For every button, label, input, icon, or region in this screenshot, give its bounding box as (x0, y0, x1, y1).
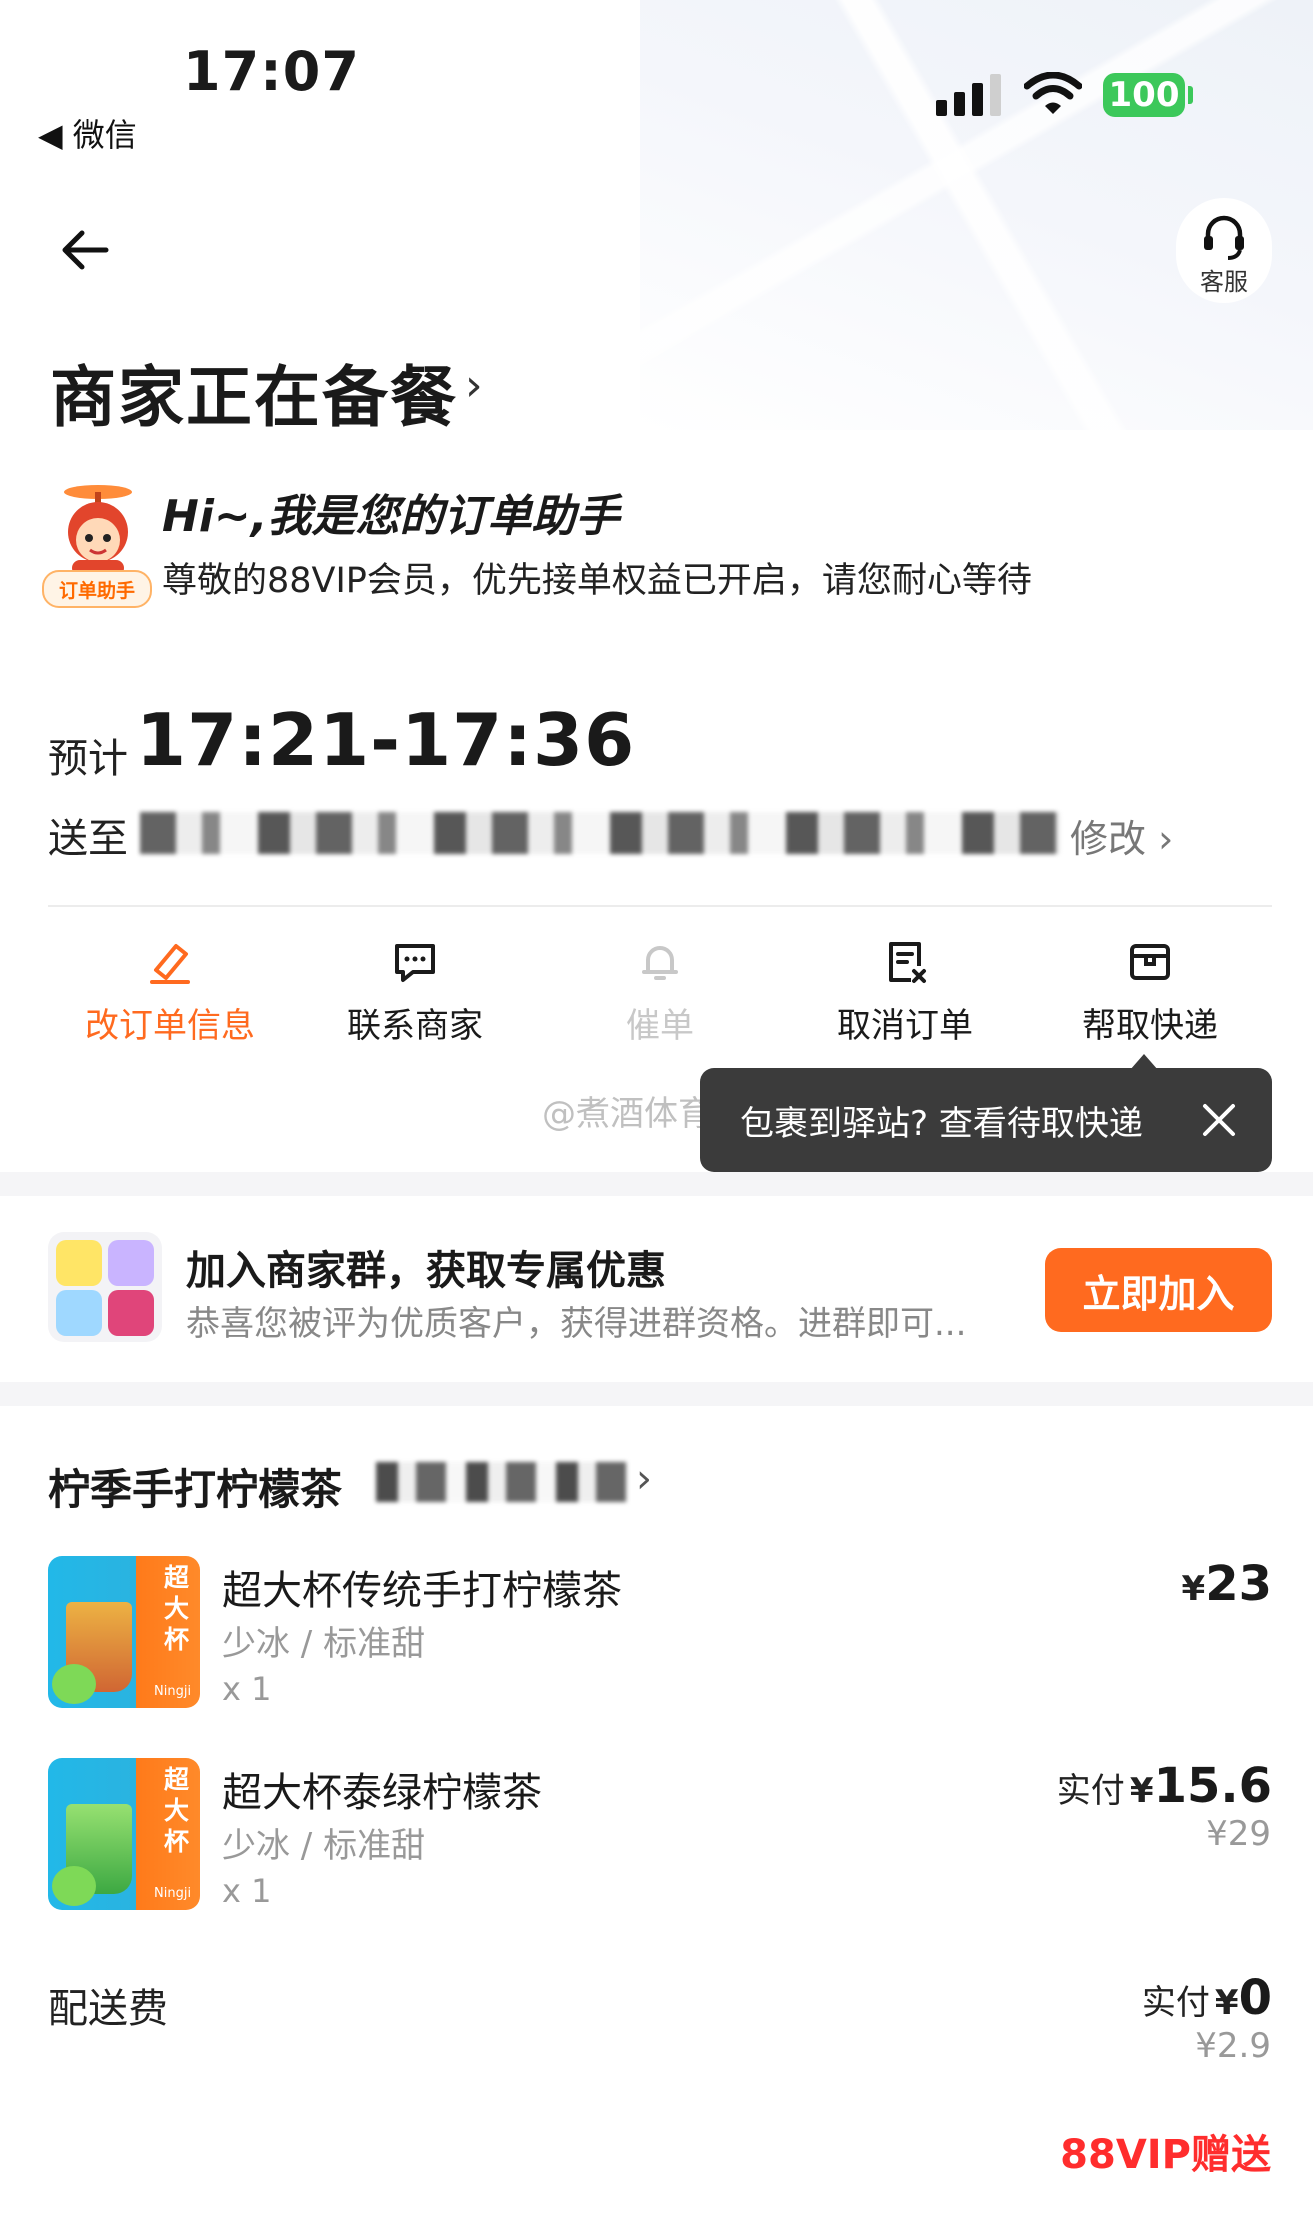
action-label: 取消订单 (837, 1006, 973, 1046)
item-price: ¥23 (1182, 1556, 1272, 1612)
action-contact-merchant[interactable]: 联系商家 (305, 930, 525, 1060)
lime-shape (52, 1664, 96, 1704)
back-to-wechat-link[interactable]: ◀ 微信 (38, 110, 137, 156)
assistant-greeting: Hi~,我是您的订单助手 (162, 491, 620, 542)
badge-char: 杯 (164, 1625, 190, 1654)
currency: ¥ (1214, 1983, 1239, 2023)
badge-char: 大 (164, 1594, 190, 1623)
signal-icon (936, 74, 1001, 116)
cancel-order-icon (889, 942, 926, 983)
item-qty: x 1 (222, 1670, 272, 1708)
bell-icon (642, 946, 678, 980)
divider (48, 905, 1272, 907)
item-price: 实付 ¥15.6 (1057, 1758, 1272, 1814)
headset-icon (1204, 215, 1244, 260)
assistant-tag: 订单助手 (42, 570, 152, 608)
product-image[interactable]: 超 大 杯 Ningji (48, 1758, 200, 1910)
join-group-button[interactable]: 立即加入 (1045, 1248, 1272, 1332)
price-value: 23 (1205, 1556, 1272, 1612)
price-value: 0 (1238, 1970, 1272, 2026)
shop-name-redacted (376, 1462, 628, 1502)
group-title: 加入商家群，获取专属优惠 (186, 1248, 666, 1294)
action-label: 改订单信息 (85, 1006, 255, 1046)
group-subtitle: 恭喜您被评为优质客户，获得进群资格。进群即可... (186, 1304, 967, 1344)
battery-indicator: 100 (1103, 73, 1185, 117)
original-price: ¥29 (1206, 1814, 1271, 1854)
vip-gift-label: 88VIP赠送 (1060, 2132, 1271, 2178)
action-edit-order[interactable]: 改订单信息 (60, 930, 280, 1060)
service-label: 客服 (1200, 268, 1248, 296)
brand-mark: Ningji (154, 1886, 192, 1901)
action-cancel-order[interactable]: 取消订单 (795, 930, 1015, 1060)
delivery-fee-label: 配送费 (48, 1986, 168, 2032)
merchant-group-icon (48, 1232, 162, 1342)
chevron-right-icon: › (636, 1456, 652, 1502)
tooltip-text[interactable]: 包裹到驿站? 查看待取快递 (740, 1096, 1143, 1145)
close-icon[interactable] (1195, 1096, 1243, 1144)
item-name: 超大杯泰绿柠檬茶 (222, 1770, 542, 1816)
badge-char: 超 (164, 1563, 190, 1592)
address-edit-link[interactable]: 修改 › (1070, 808, 1173, 863)
original-delivery-fee: ¥2.9 (1195, 2026, 1271, 2066)
paid-label: 实付 (1056, 1771, 1125, 1811)
badge-char: 杯 (164, 1827, 190, 1856)
order-status-title[interactable]: 商家正在备餐 (50, 344, 458, 440)
chat-icon (395, 944, 435, 982)
currency: ¥ (1181, 1569, 1206, 1609)
shop-name[interactable]: 柠季手打柠檬茶 (48, 1456, 342, 1517)
chevron-right-icon: › (465, 360, 483, 411)
section-separator (0, 1382, 1313, 1406)
section-separator (0, 1172, 1313, 1196)
watermark: @煮酒体育 (542, 1094, 712, 1134)
item-spec: 少冰 / 标准甜 (222, 1624, 426, 1664)
currency: ¥ (1129, 1771, 1154, 1811)
item-qty: x 1 (222, 1872, 272, 1910)
action-label: 帮取快递 (1082, 1006, 1218, 1046)
action-label: 联系商家 (347, 1006, 483, 1046)
battery-tip (1188, 86, 1193, 104)
item-name: 超大杯传统手打柠檬茶 (222, 1568, 622, 1614)
eta-label: 预计 (48, 736, 128, 782)
action-label: 催单 (626, 1006, 694, 1046)
pencil-icon (150, 944, 190, 984)
item-spec: 少冰 / 标准甜 (222, 1826, 426, 1866)
status-time: 17:07 (183, 40, 360, 103)
package-icon (1130, 944, 1170, 980)
action-pickup-package[interactable]: 帮取快递 (1040, 930, 1260, 1060)
customer-service-button[interactable]: 客服 (1176, 198, 1272, 303)
assistant-message: 尊敬的88VIP会员，优先接单权益已开启，请您耐心等待 (162, 561, 1032, 601)
wifi-icon (1024, 72, 1082, 114)
brand-mark: Ningji (154, 1684, 192, 1699)
delivery-fee-price: 实付 ¥0 (1142, 1970, 1272, 2026)
paid-label: 实付 (1141, 1983, 1210, 2023)
badge-char: 大 (164, 1796, 190, 1825)
action-urge-order[interactable]: 催单 (550, 930, 770, 1060)
lime-shape (52, 1866, 96, 1906)
address-edit-label: 修改 (1070, 817, 1147, 861)
back-arrow-icon[interactable] (56, 220, 116, 280)
address-redacted (140, 812, 1060, 854)
address-label: 送至 (48, 816, 128, 862)
price-value: 15.6 (1153, 1758, 1272, 1814)
eta-time: 17:21-17:36 (136, 698, 636, 782)
badge-char: 超 (164, 1765, 190, 1794)
product-image[interactable]: 超 大 杯 Ningji (48, 1556, 200, 1708)
